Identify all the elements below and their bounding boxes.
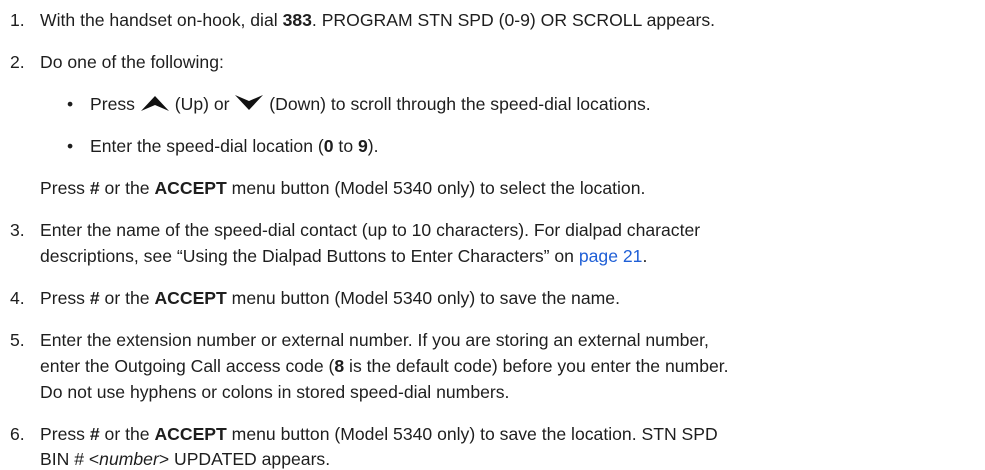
step-6-text-line-2: BIN # <number> UPDATED appears. [40, 449, 331, 469]
step-5-text-line-3: Do not use hyphens or colons in stored s… [40, 382, 510, 402]
bullet-1-text: Press (Up) or (Down) to scroll through t… [90, 94, 651, 117]
step-1-text: With the handset on-hook, dial 383. PROG… [40, 10, 716, 30]
step-2-number: 2. [10, 52, 25, 72]
step-5-text-line-1: Enter the extension number or external n… [40, 330, 709, 350]
dial-code: 383 [282, 10, 312, 30]
step-6-number: 6. [10, 424, 25, 444]
bullet-2-dot: • [67, 136, 74, 156]
step-3-text-line-1: Enter the name of the speed-dial contact… [40, 220, 701, 240]
step-4-number: 4. [10, 288, 25, 308]
step-3-text-line-2: descriptions, see “Using the Dialpad But… [40, 246, 648, 266]
step-2-text: Do one of the following: [40, 52, 224, 72]
bullet-1-dot: • [67, 94, 74, 114]
step-6-text-line-1: Press # or the ACCEPT menu button (Model… [40, 424, 718, 444]
step-5-number: 5. [10, 330, 25, 350]
instruction-page: 1. With the handset on-hook, dial 383. P… [0, 0, 985, 470]
step-5-text-line-2: enter the Outgoing Call access code (8 i… [40, 356, 729, 376]
up-arrow-icon [140, 94, 170, 117]
step-2-after-text: Press # or the ACCEPT menu button (Model… [40, 178, 646, 198]
step-3-number: 3. [10, 220, 25, 240]
step-4-text: Press # or the ACCEPT menu button (Model… [40, 288, 620, 308]
page-21-link[interactable]: page 21 [579, 246, 643, 266]
step-1-number: 1. [10, 10, 25, 30]
down-arrow-icon [234, 94, 264, 117]
bullet-2-text: Enter the speed-dial location (0 to 9). [90, 136, 379, 156]
